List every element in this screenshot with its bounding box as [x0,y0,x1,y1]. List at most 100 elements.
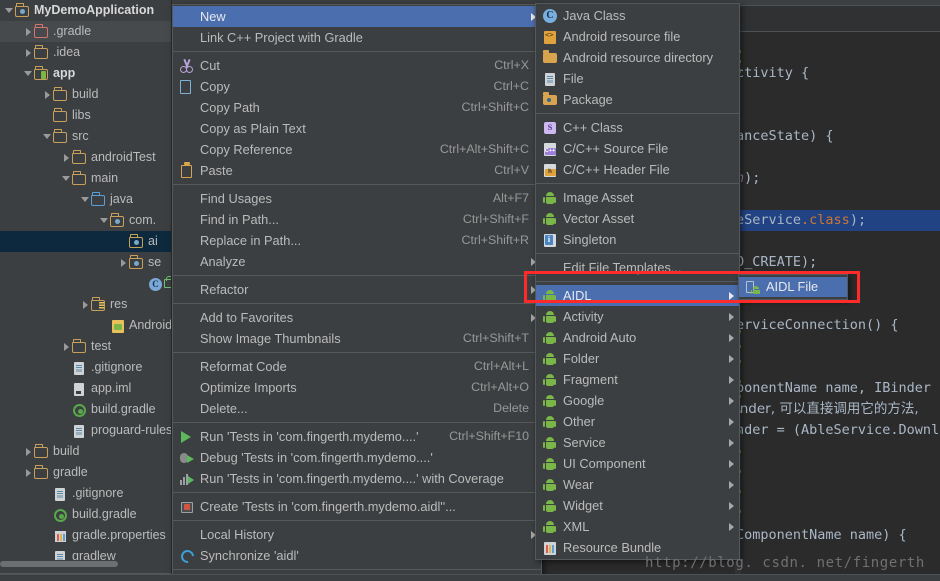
menu-item-run-tests-in-com-fingerth-mydemo-with-coverage[interactable]: Run 'Tests in 'com.fingerth.mydemo....' … [173,468,541,489]
tree-item-node-13[interactable]: C [0,273,171,294]
tree-item-main[interactable]: main [0,168,171,189]
tree-item-gradle-properties[interactable]: gradle.properties [0,525,171,546]
menu-item-optimize-imports[interactable]: Optimize Imports Ctrl+Alt+O [173,377,541,398]
menu-item-reformat-code[interactable]: Reformat Code Ctrl+Alt+L [173,356,541,377]
tree-item--gitignore[interactable]: .gitignore [0,357,171,378]
menu-item-copy[interactable]: Copy Ctrl+C [173,76,541,97]
menu-item-aidl[interactable]: AIDL [536,285,739,306]
menu-item-service[interactable]: Service [536,432,739,453]
tree-item-java[interactable]: java [0,189,171,210]
menu-item-other[interactable]: Other [536,411,739,432]
menu-item-create-tests-in-com-fingerth-mydemo-aidl[interactable]: Create 'Tests in 'com.fingerth.mydemo.ai… [173,496,541,517]
menu-item-xml[interactable]: XML [536,516,739,537]
menu-item-link-c++-project-with-gradle[interactable]: Link C++ Project with Gradle [173,27,541,48]
chevron-down-icon[interactable] [80,194,91,205]
chevron-right-icon[interactable] [118,257,129,268]
menu-item-label: Copy [200,79,230,94]
tree-item-app-iml[interactable]: app.iml [0,378,171,399]
menu-item-android-auto[interactable]: Android Auto [536,327,739,348]
menu-item-analyze[interactable]: Analyze [173,251,541,272]
menu-item-android-resource-file[interactable]: Android resource file [536,26,739,47]
new-submenu[interactable]: C Java Class Android resource file Android … [535,3,740,560]
menu-item-synchronize-aidl[interactable]: Synchronize 'aidl' [173,545,541,566]
chevron-right-icon[interactable] [61,341,72,352]
menu-item-activity[interactable]: Activity [536,306,739,327]
tree-item-com-[interactable]: com. [0,210,171,231]
menu-item-aidl-file[interactable]: AIDL File [739,277,847,297]
chevron-right-icon[interactable] [80,299,91,310]
project-tree-root[interactable]: MyDemoApplication .gradle .idea app build lib… [0,0,171,567]
tree-item-androidtest[interactable]: androidTest [0,147,171,168]
tree-item-gradle[interactable]: gradle [0,462,171,483]
tree-item-mydemoapplication[interactable]: MyDemoApplication [0,0,171,21]
menu-item-shortcut: Alt+F7 [492,191,529,205]
menu-item-paste[interactable]: Paste Ctrl+V [173,160,541,181]
menu-item-cut[interactable]: Cut Ctrl+X [173,55,541,76]
menu-item-widget[interactable]: Widget [536,495,739,516]
menu-item-replace-in-path[interactable]: Replace in Path... Ctrl+Shift+R [173,230,541,251]
project-sidebar[interactable]: MyDemoApplication .gradle .idea app build lib… [0,0,172,581]
tree-item-androidm[interactable]: AndroidM [0,315,171,336]
project-context-menu[interactable]: New Link C++ Project with Gradle Cut Ctrl+X… [172,4,542,581]
menu-item-edit-file-templates[interactable]: Edit File Templates... [536,257,739,278]
chevron-right-icon[interactable] [23,467,34,478]
aidl-submenu[interactable]: AIDL File [738,274,848,300]
chevron-right-icon[interactable] [23,446,34,457]
tree-item-src[interactable]: src [0,126,171,147]
sidebar-horizontal-scrollbar[interactable] [0,560,160,568]
menu-item-android-resource-directory[interactable]: Android resource directory [536,47,739,68]
android-module-icon [34,66,49,81]
menu-item-package[interactable]: Package [536,89,739,110]
chevron-down-icon[interactable] [4,5,15,16]
chevron-right-icon[interactable] [42,89,53,100]
tree-item-app[interactable]: app [0,63,171,84]
tree-item--gitignore[interactable]: .gitignore [0,483,171,504]
menu-item-find-usages[interactable]: Find Usages Alt+F7 [173,188,541,209]
tree-item-build-gradle[interactable]: build.gradle [0,399,171,420]
menu-item-copy-reference[interactable]: Copy Reference Ctrl+Alt+Shift+C [173,139,541,160]
menu-item-c-c++-header-file[interactable]: C/C++ Header File [536,159,739,180]
menu-item-debug-tests-in-com-fingerth-mydemo[interactable]: Debug 'Tests in 'com.fingerth.mydemo....… [173,447,541,468]
menu-item-image-asset[interactable]: Image Asset [536,187,739,208]
menu-item-singleton[interactable]: Singleton [536,229,739,250]
menu-item-local-history[interactable]: Local History [173,524,541,545]
chevron-down-icon[interactable] [61,173,72,184]
tree-item-libs[interactable]: libs [0,105,171,126]
chevron-right-icon[interactable] [23,47,34,58]
tree-item-test[interactable]: test [0,336,171,357]
menu-item-wear[interactable]: Wear [536,474,739,495]
menu-item-java-class[interactable]: C Java Class [536,5,739,26]
menu-item-folder[interactable]: Folder [536,348,739,369]
chevron-right-icon[interactable] [61,152,72,163]
tree-item-ai[interactable]: ai [0,231,171,252]
tree-item-build[interactable]: build [0,441,171,462]
chevron-right-icon[interactable] [23,26,34,37]
chevron-down-icon[interactable] [99,215,110,226]
menu-item-fragment[interactable]: Fragment [536,369,739,390]
menu-item-ui-component[interactable]: UI Component [536,453,739,474]
menu-item-copy-as-plain-text[interactable]: Copy as Plain Text [173,118,541,139]
tree-item--idea[interactable]: .idea [0,42,171,63]
chevron-down-icon[interactable] [42,131,53,142]
chevron-down-icon[interactable] [23,68,34,79]
tree-item-build[interactable]: build [0,84,171,105]
menu-item-add-to-favorites[interactable]: Add to Favorites [173,307,541,328]
editor-tab-bar[interactable] [740,6,940,32]
menu-item-new[interactable]: New [173,6,541,27]
menu-item-google[interactable]: Google [536,390,739,411]
menu-item-copy-path[interactable]: Copy Path Ctrl+Shift+C [173,97,541,118]
menu-item-file[interactable]: File [536,68,739,89]
menu-item-delete[interactable]: Delete... Delete [173,398,541,419]
tree-item--gradle[interactable]: .gradle [0,21,171,42]
menu-item-vector-asset[interactable]: Vector Asset [536,208,739,229]
menu-item-c++-class[interactable]: S C++ Class [536,117,739,138]
menu-item-c-c++-source-file[interactable]: C/C++ Source File [536,138,739,159]
tree-item-proguard-rules[interactable]: proguard-rules [0,420,171,441]
tree-item-res[interactable]: res [0,294,171,315]
menu-item-run-tests-in-com-fingerth-mydemo[interactable]: Run 'Tests in 'com.fingerth.mydemo....' C… [173,426,541,447]
tree-item-se[interactable]: se [0,252,171,273]
menu-item-find-in-path[interactable]: Find in Path... Ctrl+Shift+F [173,209,541,230]
menu-item-show-image-thumbnails[interactable]: Show Image Thumbnails Ctrl+Shift+T [173,328,541,349]
tree-item-build-gradle[interactable]: build.gradle [0,504,171,525]
menu-item-refactor[interactable]: Refactor [173,279,541,300]
